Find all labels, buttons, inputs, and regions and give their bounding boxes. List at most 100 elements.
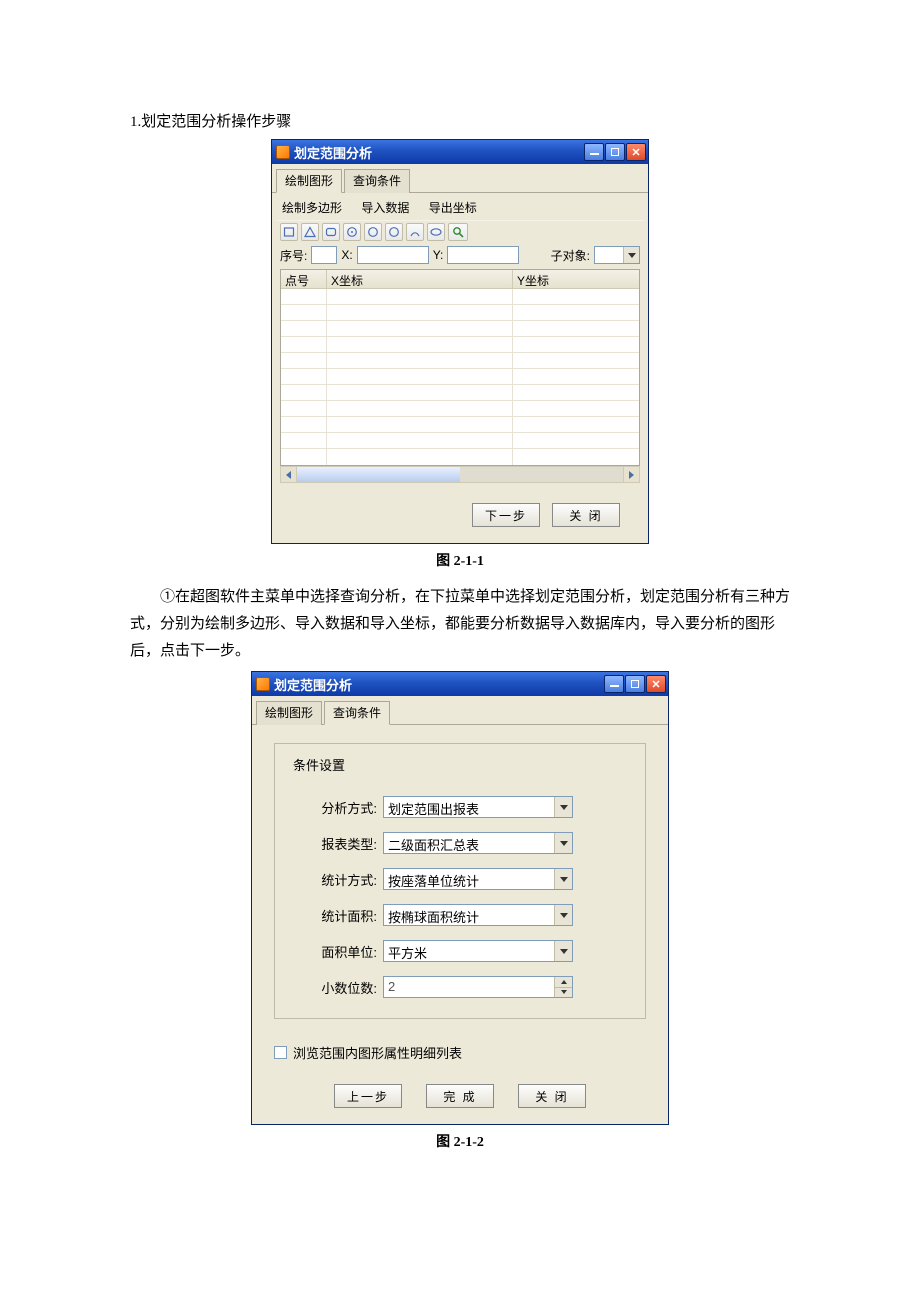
window-title: 划定范围分析 <box>274 675 600 694</box>
subobj-combo[interactable] <box>594 246 640 264</box>
fieldset-legend: 条件设置 <box>289 755 349 774</box>
label-report-type: 报表类型: <box>289 834 377 853</box>
rounded-rect-tool-icon[interactable] <box>322 223 340 241</box>
x-input[interactable] <box>357 246 429 264</box>
window-system-buttons: ✕ <box>604 675 666 693</box>
close-button[interactable]: ✕ <box>626 143 646 161</box>
minimize-button[interactable] <box>584 143 604 161</box>
tab-query-conditions[interactable]: 查询条件 <box>344 169 410 193</box>
tab-draw-shape[interactable]: 绘制图形 <box>256 701 322 725</box>
app-icon <box>276 145 290 159</box>
figure-1-caption: 图 2-1-1 <box>130 550 790 570</box>
app-icon <box>256 677 270 691</box>
dropdown-icon[interactable] <box>554 905 572 925</box>
scroll-right-icon[interactable] <box>623 467 639 482</box>
dropdown-icon[interactable] <box>623 247 639 263</box>
spinner-decimals[interactable]: 2 <box>383 976 573 998</box>
seq-input[interactable] <box>311 246 337 264</box>
row-stat-area: 统计面积: 按椭球面积统计 <box>289 904 631 926</box>
checkbox-browse-detail[interactable] <box>274 1046 287 1059</box>
titlebar: 划定范围分析 ✕ <box>272 140 648 164</box>
label-area-unit: 面积单位: <box>289 942 377 961</box>
zoom-tool-icon[interactable] <box>448 223 468 241</box>
grid-header: 点号 X坐标 Y坐标 <box>281 270 639 289</box>
titlebar: 划定范围分析 ✕ <box>252 672 668 696</box>
tab-query-conditions[interactable]: 查询条件 <box>324 701 390 725</box>
window-title: 划定范围分析 <box>294 143 580 162</box>
row-stat-mode: 统计方式: 按座落单位统计 <box>289 868 631 890</box>
grid-body <box>281 289 639 465</box>
row-area-unit: 面积单位: 平方米 <box>289 940 631 962</box>
row-decimals: 小数位数: 2 <box>289 976 631 998</box>
condition-fieldset: 条件设置 分析方式: 划定范围出报表 报表类型: 二级面积汇总表 <box>274 743 646 1019</box>
figure-2-container: 划定范围分析 ✕ 绘制图形 查询条件 条件设置 分析方式: 划定范围 <box>130 671 790 1125</box>
ellipse-tool-icon[interactable] <box>427 223 445 241</box>
next-button[interactable]: 下一步 <box>472 503 540 527</box>
menu-import-data[interactable]: 导入数据 <box>361 201 409 215</box>
dropdown-icon[interactable] <box>554 797 572 817</box>
close-dialog-button[interactable]: 关 闭 <box>552 503 620 527</box>
rect-tool-icon[interactable] <box>280 223 298 241</box>
tab-draw-shape[interactable]: 绘制图形 <box>276 169 342 193</box>
window-system-buttons: ✕ <box>584 143 646 161</box>
section-title: 1.划定范围分析操作步骤 <box>130 110 790 131</box>
x-label: X: <box>341 248 352 262</box>
seq-label: 序号: <box>280 247 307 264</box>
submenu-bar: 绘制多边形 导入数据 导出坐标 <box>276 197 644 220</box>
y-input[interactable] <box>447 246 519 264</box>
shape-toolbar <box>276 220 644 243</box>
col-y-coord[interactable]: Y坐标 <box>513 270 639 288</box>
menu-export-coord[interactable]: 导出坐标 <box>429 201 477 215</box>
document-page: 1.划定范围分析操作步骤 划定范围分析 ✕ 绘制图形 查询条件 绘制多边形 导 <box>0 0 920 1225</box>
figure-1-container: 划定范围分析 ✕ 绘制图形 查询条件 绘制多边形 导入数据 导出坐标 <box>130 139 790 544</box>
coord-grid: 点号 X坐标 Y坐标 <box>280 269 640 466</box>
subobj-label: 子对象: <box>551 247 590 264</box>
close-dialog-button[interactable]: 关 闭 <box>518 1084 586 1108</box>
dropdown-icon[interactable] <box>554 869 572 889</box>
client-area: 绘制多边形 导入数据 导出坐标 序号: <box>272 193 648 543</box>
col-point-no[interactable]: 点号 <box>281 270 327 288</box>
label-stat-area: 统计面积: <box>289 906 377 925</box>
close-button[interactable]: ✕ <box>646 675 666 693</box>
tab-bar: 绘制图形 查询条件 <box>272 164 648 193</box>
select-report-type[interactable]: 二级面积汇总表 <box>383 832 573 854</box>
label-analysis-mode: 分析方式: <box>289 798 377 817</box>
select-stat-area[interactable]: 按椭球面积统计 <box>383 904 573 926</box>
circle2-tool-icon[interactable] <box>364 223 382 241</box>
arc-tool-icon[interactable] <box>406 223 424 241</box>
maximize-button[interactable] <box>605 143 625 161</box>
finish-button[interactable]: 完 成 <box>426 1084 494 1108</box>
triangle-tool-icon[interactable] <box>301 223 319 241</box>
row-report-type: 报表类型: 二级面积汇总表 <box>289 832 631 854</box>
col-x-coord[interactable]: X坐标 <box>327 270 513 288</box>
select-analysis-mode[interactable]: 划定范围出报表 <box>383 796 573 818</box>
dialog-range-analysis-2: 划定范围分析 ✕ 绘制图形 查询条件 条件设置 分析方式: 划定范围 <box>251 671 669 1125</box>
minimize-button[interactable] <box>604 675 624 693</box>
button-row: 下一步 关 闭 <box>276 487 644 539</box>
circle3-tool-icon[interactable] <box>385 223 403 241</box>
maximize-button[interactable] <box>625 675 645 693</box>
body-paragraph-1: ①在超图软件主菜单中选择查询分析，在下拉菜单中选择划定范围分析，划定范围分析有三… <box>130 584 790 665</box>
coord-input-row: 序号: X: Y: 子对象: <box>276 243 644 267</box>
scroll-left-icon[interactable] <box>281 467 297 482</box>
horizontal-scrollbar[interactable] <box>280 466 640 483</box>
label-decimals: 小数位数: <box>289 978 377 997</box>
checkbox-row: 浏览范围内图形属性明细列表 <box>256 1037 664 1068</box>
y-label: Y: <box>433 248 444 262</box>
figure-2-caption: 图 2-1-2 <box>130 1131 790 1151</box>
select-area-unit[interactable]: 平方米 <box>383 940 573 962</box>
row-analysis-mode: 分析方式: 划定范围出报表 <box>289 796 631 818</box>
spinner-down-icon[interactable] <box>555 988 572 998</box>
select-stat-mode[interactable]: 按座落单位统计 <box>383 868 573 890</box>
dropdown-icon[interactable] <box>554 941 572 961</box>
circle-tool-icon[interactable] <box>343 223 361 241</box>
spinner-up-icon[interactable] <box>555 977 572 988</box>
checkbox-label: 浏览范围内图形属性明细列表 <box>293 1043 462 1062</box>
dialog-range-analysis-1: 划定范围分析 ✕ 绘制图形 查询条件 绘制多边形 导入数据 导出坐标 <box>271 139 649 544</box>
dropdown-icon[interactable] <box>554 833 572 853</box>
button-row: 上一步 完 成 关 闭 <box>256 1068 664 1120</box>
menu-draw-polygon[interactable]: 绘制多边形 <box>282 201 342 215</box>
prev-button[interactable]: 上一步 <box>334 1084 402 1108</box>
client-area: 条件设置 分析方式: 划定范围出报表 报表类型: 二级面积汇总表 <box>252 725 668 1124</box>
tab-bar: 绘制图形 查询条件 <box>252 696 668 725</box>
